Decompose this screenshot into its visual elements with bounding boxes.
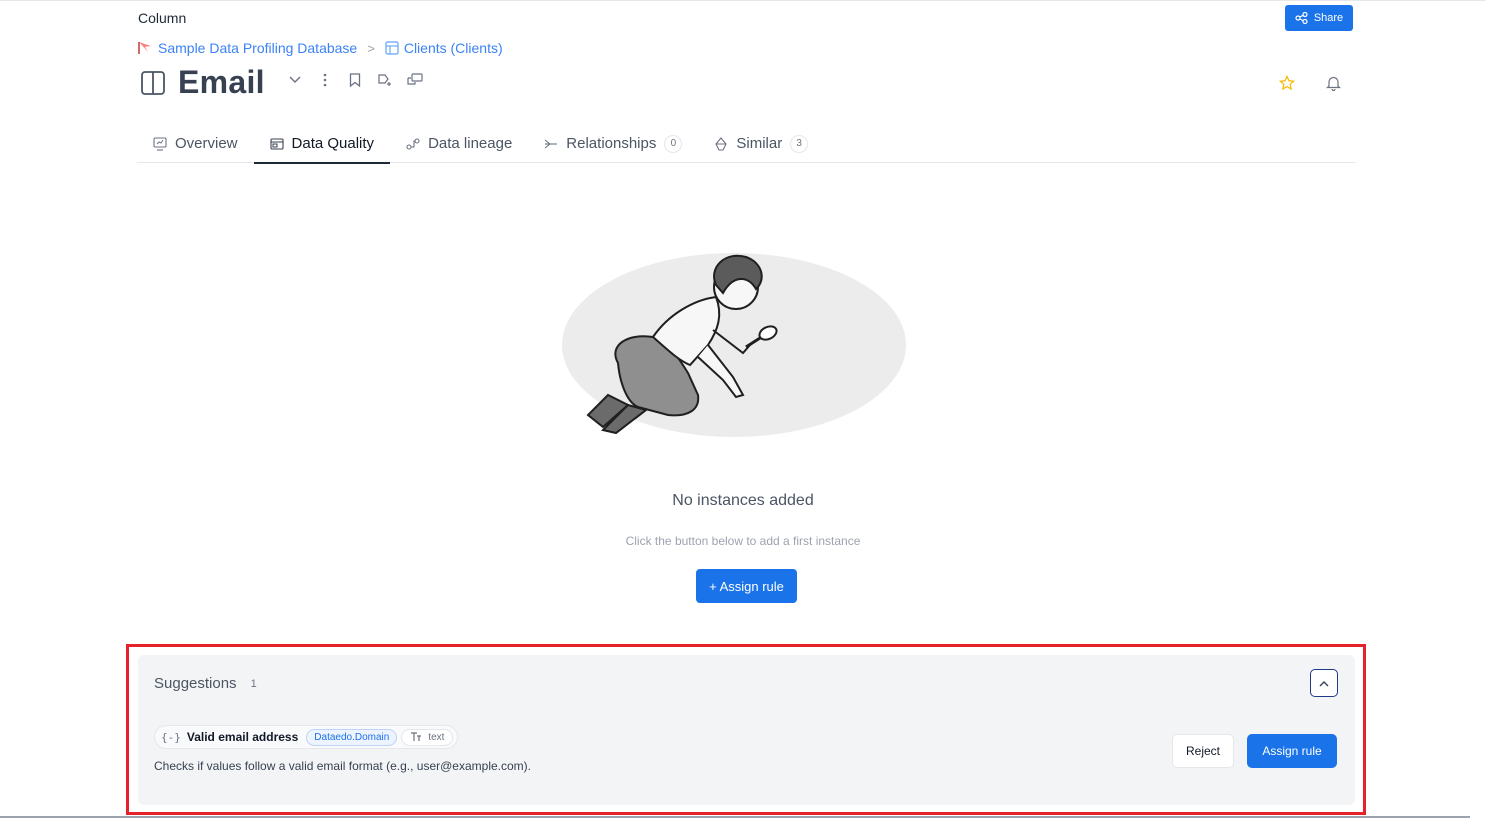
tab-overview-label: Overview [175, 135, 238, 152]
breadcrumb-separator: > [367, 40, 375, 56]
overview-icon [153, 136, 167, 151]
bell-icon[interactable] [1325, 75, 1341, 91]
rule-type-badge: text [401, 728, 454, 746]
empty-state-title: No instances added [672, 492, 814, 509]
star-icon[interactable] [1279, 75, 1295, 91]
assign-rule-button[interactable]: + Assign rule [696, 569, 797, 603]
title-row: Email [140, 64, 423, 101]
breadcrumb-database-label: Sample Data Profiling Database [158, 40, 358, 56]
title-actions [287, 72, 423, 88]
breadcrumb-table-label: Clients (Clients) [403, 40, 503, 56]
suggestions-header: Suggestions 1 [154, 675, 257, 692]
column-icon [141, 70, 165, 95]
entity-type-label: Column [138, 10, 187, 26]
tab-relationships[interactable]: Relationships 0 [528, 124, 698, 163]
assign-suggestion-button[interactable]: Assign rule [1247, 734, 1337, 768]
chevron-down-icon[interactable] [287, 72, 303, 88]
share-label: Share [1313, 12, 1344, 24]
database-flag-icon [138, 42, 151, 54]
tab-data-quality[interactable]: Data Quality [253, 124, 391, 164]
rule-type-label: text [428, 731, 445, 743]
bottom-border [0, 816, 1470, 818]
top-border [0, 0, 1486, 1]
tab-similar-label: Similar [736, 135, 783, 152]
similar-count-badge: 3 [790, 134, 809, 153]
table-icon [385, 41, 399, 55]
suggestion-rule-chip: {-} Valid email address Dataedo.Domain t… [154, 725, 459, 749]
rule-brace-icon: {-} [161, 730, 181, 744]
suggestions-count: 1 [250, 677, 257, 690]
data-quality-icon [269, 137, 284, 150]
tab-relationships-label: Relationships [566, 135, 657, 152]
share-button[interactable]: Share [1285, 5, 1353, 31]
breadcrumb: Sample Data Profiling Database > Clients… [138, 40, 503, 56]
empty-state-illustration [562, 253, 906, 437]
suggestions-panel: Suggestions 1 {-} Valid email address Da… [138, 655, 1355, 805]
tab-bar: Overview Data Quality Data lineage Relat… [137, 124, 1356, 164]
tab-overview[interactable]: Overview [137, 124, 254, 163]
suggestions-title: Suggestions [154, 675, 237, 692]
empty-state-subtitle: Click the button below to add a first in… [625, 534, 861, 548]
similar-icon [715, 136, 728, 151]
tab-data-lineage-label: Data lineage [428, 135, 513, 152]
breadcrumb-database[interactable]: Sample Data Profiling Database [138, 40, 357, 56]
relationships-count-badge: 0 [664, 134, 683, 153]
rule-name: Valid email address [186, 730, 299, 744]
more-vertical-icon[interactable] [317, 72, 333, 88]
lineage-icon [406, 137, 420, 150]
relationships-icon [544, 139, 558, 148]
bookmark-icon[interactable] [347, 72, 363, 88]
text-type-icon [411, 732, 422, 741]
page-title: Email [178, 64, 265, 100]
add-tag-icon[interactable] [377, 72, 393, 88]
comments-icon[interactable] [407, 72, 423, 88]
reject-button[interactable]: Reject [1172, 734, 1234, 768]
collapse-suggestions-button[interactable] [1310, 669, 1338, 697]
rule-description: Checks if values follow a valid email fo… [154, 759, 531, 773]
rule-domain-badge: Dataedo.Domain [306, 728, 398, 746]
tab-data-quality-label: Data Quality [291, 135, 375, 152]
chevron-up-icon [1319, 680, 1329, 686]
tab-similar[interactable]: Similar 3 [698, 124, 824, 163]
share-icon [1295, 12, 1308, 24]
tab-data-lineage[interactable]: Data lineage [390, 124, 528, 163]
breadcrumb-table[interactable]: Clients (Clients) [385, 40, 503, 56]
